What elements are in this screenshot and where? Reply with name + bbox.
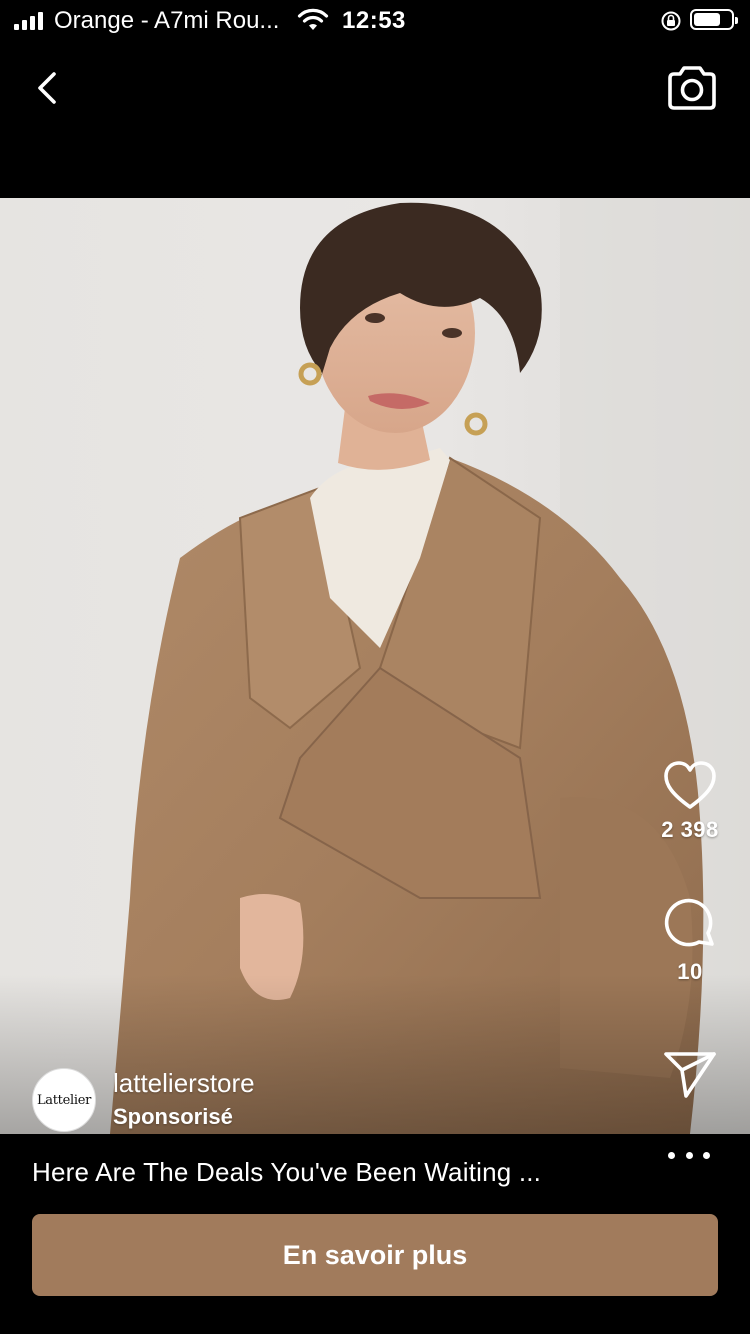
more-dot-icon [703, 1151, 710, 1159]
like-count: 2 398 [661, 817, 719, 842]
send-icon [664, 1052, 716, 1098]
rotation-lock-icon [660, 10, 682, 37]
status-bar: Orange - A7mi Rou... 12:53 [0, 0, 750, 44]
share-action [630, 1048, 750, 1105]
comment-count: 10 [677, 959, 703, 984]
camera-button[interactable] [664, 62, 720, 114]
post-caption[interactable]: Here Are The Deals You've Been Waiting .… [32, 1157, 541, 1188]
more-dot-icon [668, 1151, 675, 1159]
share-button[interactable] [662, 1048, 718, 1105]
avatar-logo-text: Lattelier [36, 1092, 92, 1108]
carrier-name: Orange - A7mi Rou... [54, 7, 280, 34]
sponsored-label: Sponsorisé [113, 1104, 233, 1129]
chevron-left-icon [38, 72, 56, 104]
learn-more-button[interactable]: En savoir plus [32, 1214, 718, 1296]
post-media[interactable]: 2 398 10 [0, 198, 750, 1134]
like-button[interactable] [662, 760, 718, 817]
comment-button[interactable] [662, 898, 718, 959]
account-name[interactable]: lattelierstore [113, 1068, 255, 1099]
more-options-button[interactable] [668, 1144, 710, 1166]
heart-icon [664, 761, 716, 809]
camera-icon [668, 66, 716, 110]
cellular-signal-icon [14, 10, 43, 30]
comment-action: 10 [630, 898, 750, 985]
wifi-icon [296, 8, 330, 37]
like-action: 2 398 [630, 760, 750, 843]
comment-icon [664, 898, 714, 947]
battery-icon [690, 9, 738, 30]
clock: 12:53 [342, 7, 406, 34]
back-button[interactable] [28, 64, 68, 112]
more-dot-icon [685, 1151, 693, 1159]
avatar[interactable]: Lattelier [32, 1068, 96, 1132]
